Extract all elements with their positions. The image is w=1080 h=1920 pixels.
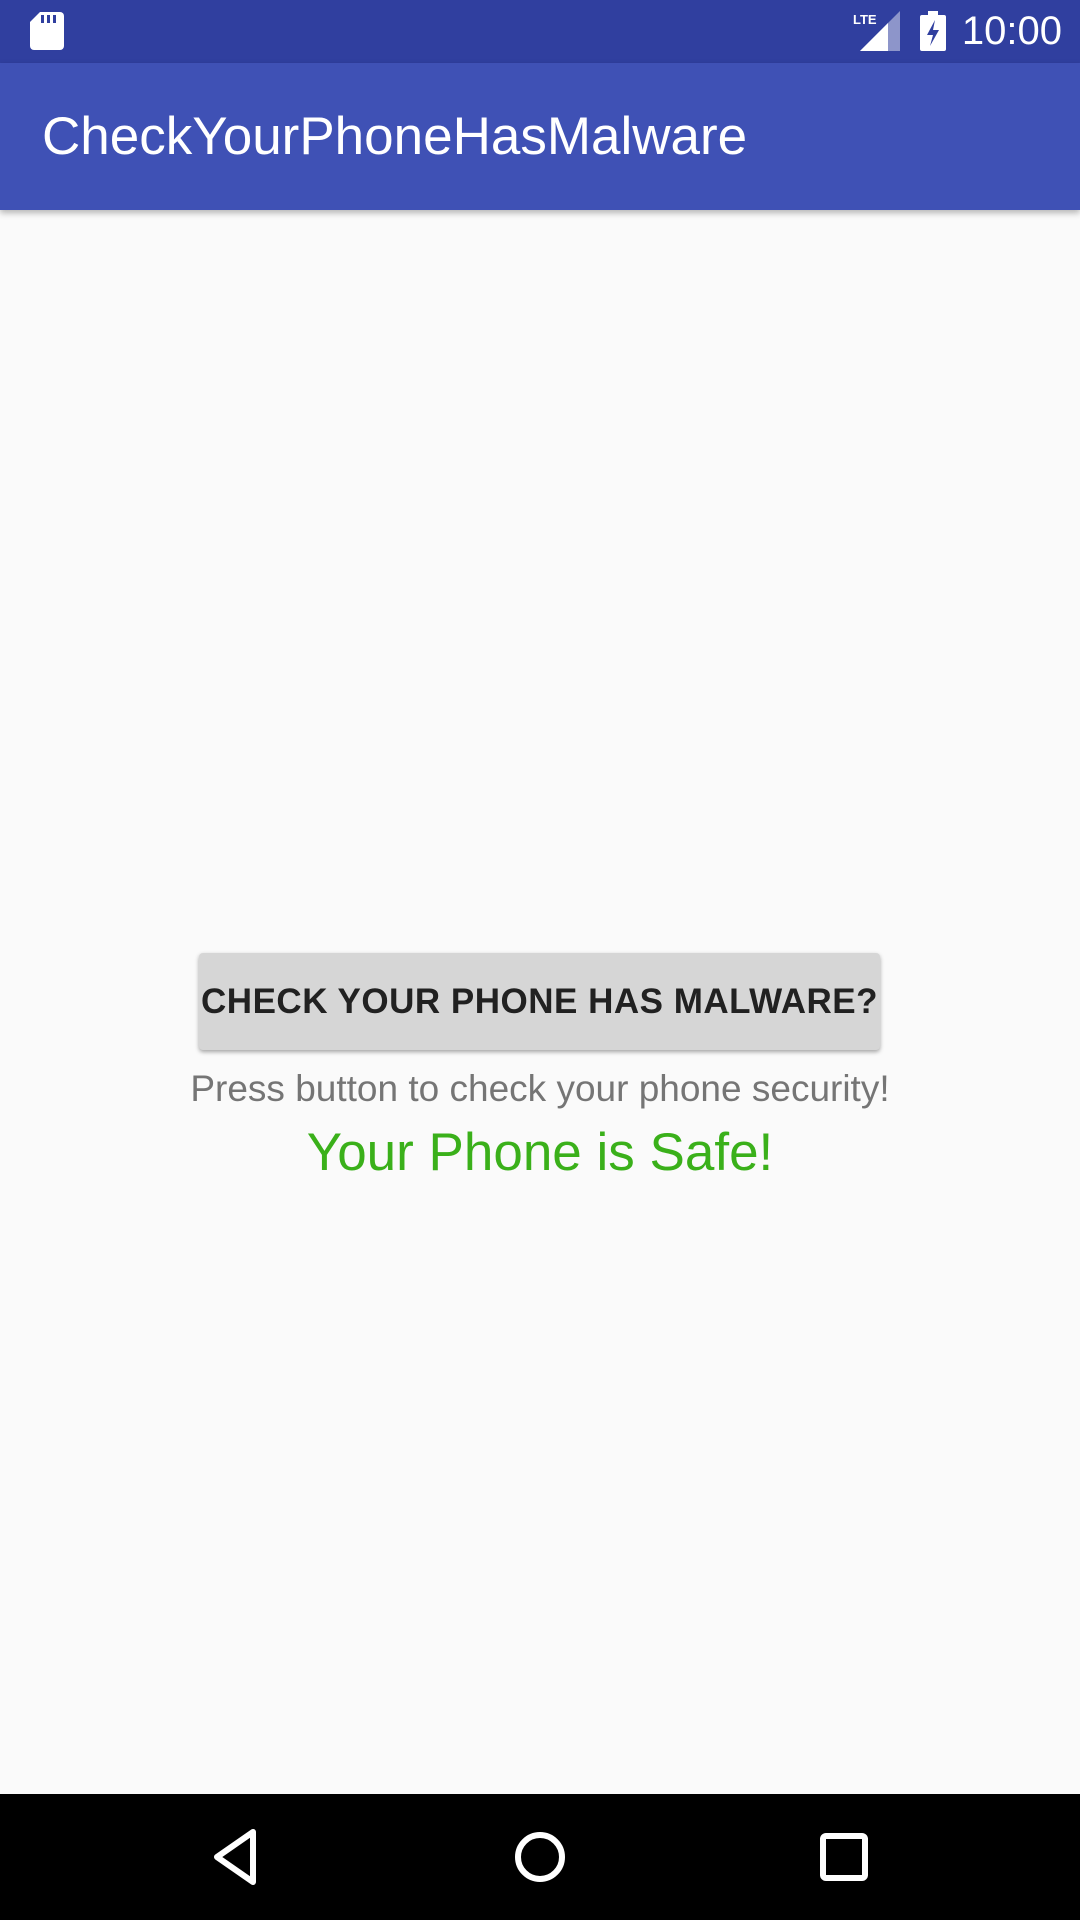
status-bar: LTE 10:00 <box>0 0 1080 63</box>
battery-charging-icon <box>920 11 946 51</box>
main-content: CHECK YOUR PHONE HAS MALWARE? Press butt… <box>0 210 1080 1794</box>
network-type-label: LTE <box>853 12 877 27</box>
lte-signal-icon: LTE <box>853 11 900 51</box>
status-time: 10:00 <box>961 9 1062 53</box>
app-title: CheckYourPhoneHasMalware <box>42 107 748 166</box>
back-icon[interactable] <box>201 1822 271 1892</box>
hint-text: Press button to check your phone securit… <box>190 1068 890 1109</box>
home-icon[interactable] <box>505 1822 575 1892</box>
recents-icon[interactable] <box>809 1822 879 1892</box>
navigation-bar <box>0 1794 1080 1920</box>
check-malware-button[interactable]: CHECK YOUR PHONE HAS MALWARE? <box>199 953 880 1050</box>
app-bar: CheckYourPhoneHasMalware <box>0 63 1080 210</box>
sd-card-icon <box>30 12 64 50</box>
result-status-text: Your Phone is Safe! <box>306 1123 774 1182</box>
